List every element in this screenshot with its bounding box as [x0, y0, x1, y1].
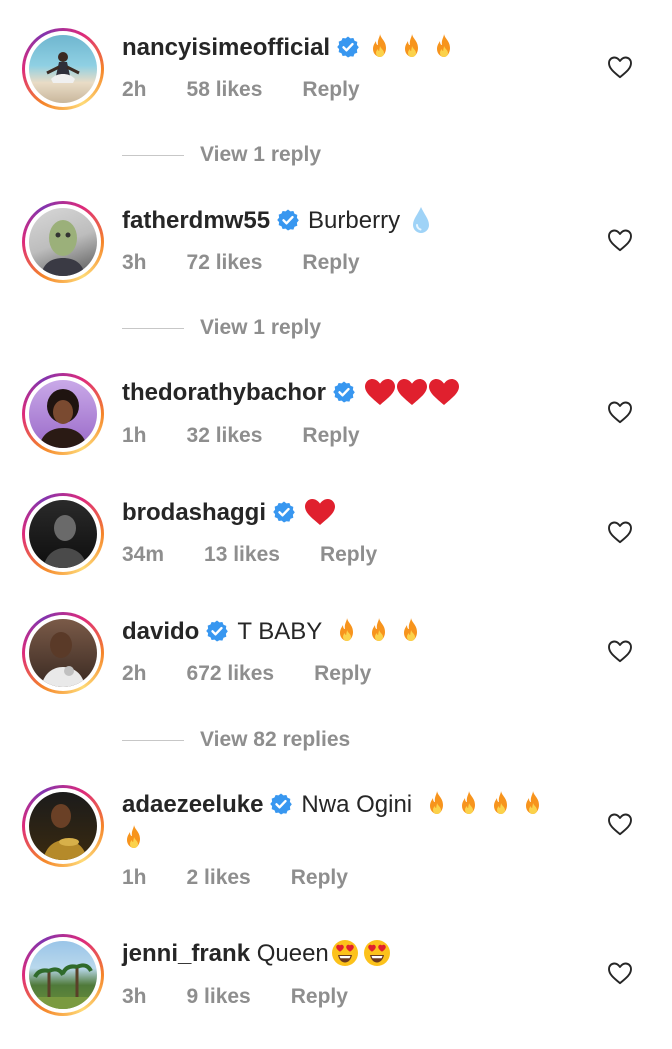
- comment-likes[interactable]: 2 likes: [187, 866, 251, 889]
- fire-emoji-icon: [367, 617, 391, 645]
- verified-badge-icon: [272, 500, 296, 524]
- fire-emoji-icon: [432, 33, 456, 61]
- divider: [122, 154, 184, 156]
- avatar[interactable]: [22, 201, 104, 283]
- like-heart-icon[interactable]: [607, 55, 633, 79]
- like-heart-icon[interactable]: [607, 400, 633, 424]
- verified-badge-icon: [276, 208, 300, 232]
- comment-time: 3h: [122, 985, 147, 1008]
- fire-emoji-icon: [521, 790, 545, 818]
- avatar[interactable]: [22, 934, 104, 1016]
- heart-eyes-emoji-icon: [331, 939, 359, 967]
- comment-username[interactable]: thedorathybachor: [122, 379, 326, 406]
- avatar[interactable]: [22, 373, 104, 455]
- comment-time: 1h: [122, 424, 147, 447]
- red-heart-emoji-icon: [428, 378, 460, 406]
- avatar[interactable]: [22, 28, 104, 110]
- comment-username[interactable]: davido: [122, 618, 199, 645]
- comment-likes[interactable]: 32 likes: [187, 424, 263, 447]
- comment-likes[interactable]: 672 likes: [187, 662, 275, 685]
- comment-time: 1h: [122, 866, 147, 889]
- comment-username[interactable]: brodashaggi: [122, 499, 266, 526]
- fire-emoji-icon: [425, 790, 449, 818]
- comment-text: T BABY: [237, 618, 322, 645]
- reply-button[interactable]: Reply: [320, 543, 377, 566]
- comment-time: 2h: [122, 662, 147, 685]
- divider: [122, 739, 184, 741]
- red-heart-emoji-icon: [364, 378, 396, 406]
- comment-likes[interactable]: 58 likes: [187, 78, 263, 101]
- view-replies-button[interactable]: View 1 reply: [122, 316, 321, 340]
- comment-username[interactable]: fatherdmw55: [122, 207, 270, 234]
- red-heart-emoji-icon: [396, 378, 428, 406]
- divider: [122, 327, 184, 329]
- fire-emoji-icon: [368, 33, 392, 61]
- comment-likes[interactable]: 9 likes: [187, 985, 251, 1008]
- fire-emoji-icon: [122, 824, 146, 852]
- view-replies-button[interactable]: View 82 replies: [122, 728, 350, 752]
- verified-badge-icon: [332, 380, 356, 404]
- verified-badge-icon: [205, 619, 229, 643]
- view-replies-label[interactable]: View 1 reply: [200, 143, 321, 167]
- comment-likes[interactable]: 72 likes: [187, 251, 263, 274]
- avatar[interactable]: [22, 612, 104, 694]
- like-heart-icon[interactable]: [607, 639, 633, 663]
- comment-text: Nwa Ogini: [301, 791, 413, 818]
- comment-time: 2h: [122, 78, 147, 101]
- verified-badge-icon: [336, 35, 360, 59]
- reply-button[interactable]: Reply: [291, 985, 348, 1008]
- comment-text: Queen: [256, 940, 329, 967]
- reply-button[interactable]: Reply: [314, 662, 371, 685]
- reply-button[interactable]: Reply: [291, 866, 348, 889]
- comment-likes[interactable]: 13 likes: [204, 543, 280, 566]
- reply-button[interactable]: Reply: [302, 251, 359, 274]
- reply-button[interactable]: Reply: [302, 424, 359, 447]
- like-heart-icon[interactable]: [607, 961, 633, 985]
- like-heart-icon[interactable]: [607, 228, 633, 252]
- droplet-emoji-icon: [411, 206, 431, 234]
- comment-username[interactable]: jenni_frank: [122, 940, 250, 967]
- avatar[interactable]: [22, 785, 104, 867]
- comment-username[interactable]: nancyisimeofficial: [122, 34, 330, 61]
- fire-emoji-icon: [335, 617, 359, 645]
- avatar[interactable]: [22, 493, 104, 575]
- red-heart-emoji-icon: [304, 498, 336, 526]
- verified-badge-icon: [269, 792, 293, 816]
- like-heart-icon[interactable]: [607, 520, 633, 544]
- fire-emoji-icon: [399, 617, 423, 645]
- fire-emoji-icon: [400, 33, 424, 61]
- view-replies-button[interactable]: View 1 reply: [122, 143, 321, 167]
- heart-eyes-emoji-icon: [363, 939, 391, 967]
- comment-username[interactable]: adaezeeluke: [122, 791, 263, 818]
- view-replies-label[interactable]: View 1 reply: [200, 316, 321, 340]
- like-heart-icon[interactable]: [607, 812, 633, 836]
- comment-time: 34m: [122, 543, 165, 566]
- fire-emoji-icon: [457, 790, 481, 818]
- fire-emoji-icon: [489, 790, 513, 818]
- view-replies-label[interactable]: View 82 replies: [200, 728, 350, 752]
- comment-text: Burberry: [308, 207, 401, 234]
- reply-button[interactable]: Reply: [302, 78, 359, 101]
- comment-time: 3h: [122, 251, 147, 274]
